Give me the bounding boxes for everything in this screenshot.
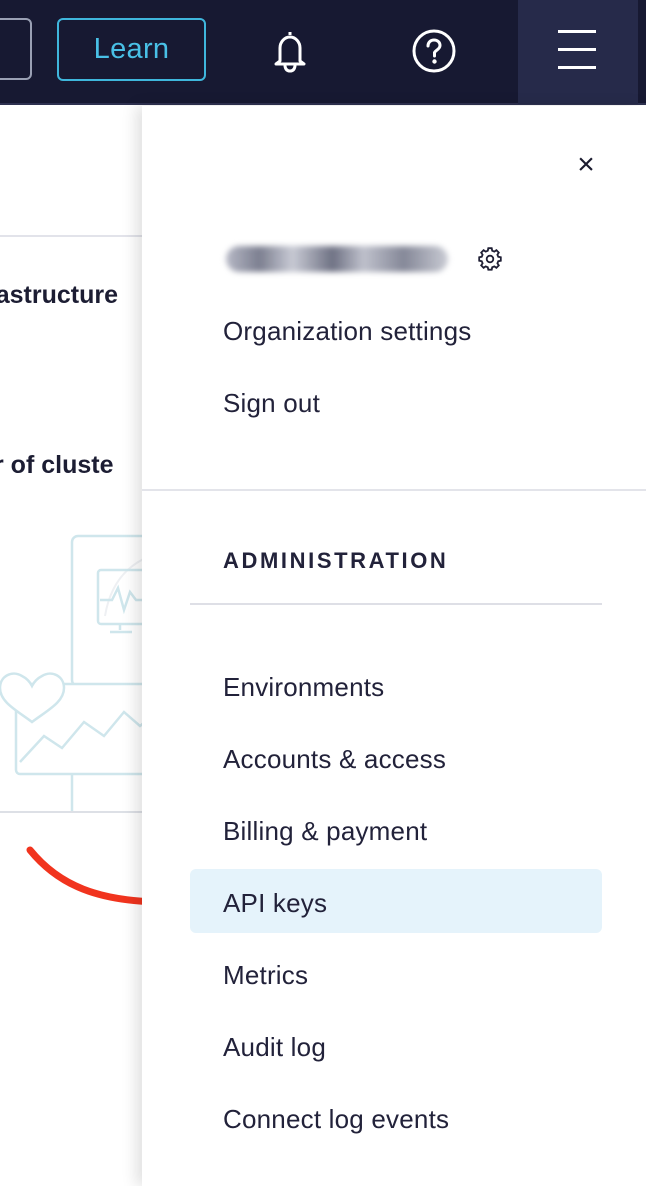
billing-payment-link[interactable]: Billing & payment [223,816,427,847]
monitoring-illustration [0,534,150,811]
background-divider [0,235,150,237]
connect-log-events-link[interactable]: Connect log events [223,1104,449,1135]
account-menu-drawer: × Organization settings Sign out ADMINIS… [142,106,646,1186]
environments-link[interactable]: Environments [223,672,384,703]
hamburger-menu-button[interactable] [518,0,638,104]
background-card-edge [0,811,150,813]
api-keys-link[interactable]: API keys [223,888,327,919]
bell-icon[interactable] [266,27,314,75]
redacted-user-name [226,246,448,272]
hamburger-menu-icon [558,30,596,69]
help-icon[interactable] [410,27,458,75]
sign-out-link[interactable]: Sign out [223,388,320,419]
learn-button-label: Learn [93,33,170,65]
top-navigation-bar: Learn [0,0,646,105]
section-divider [190,603,602,605]
learn-button[interactable]: Learn [57,18,206,81]
partial-header-button[interactable] [0,18,32,80]
drawer-divider [142,489,646,491]
organization-settings-link[interactable]: Organization settings [223,316,471,347]
administration-section-title: ADMINISTRATION [223,548,449,573]
close-icon[interactable]: × [572,150,600,180]
accounts-access-link[interactable]: Accounts & access [223,744,446,775]
background-heading-fragment: rastructure [0,281,118,309]
gear-icon[interactable] [478,247,502,271]
metrics-link[interactable]: Metrics [223,960,308,991]
background-heading-fragment-2: r of cluste [0,451,114,479]
audit-log-link[interactable]: Audit log [223,1032,326,1063]
